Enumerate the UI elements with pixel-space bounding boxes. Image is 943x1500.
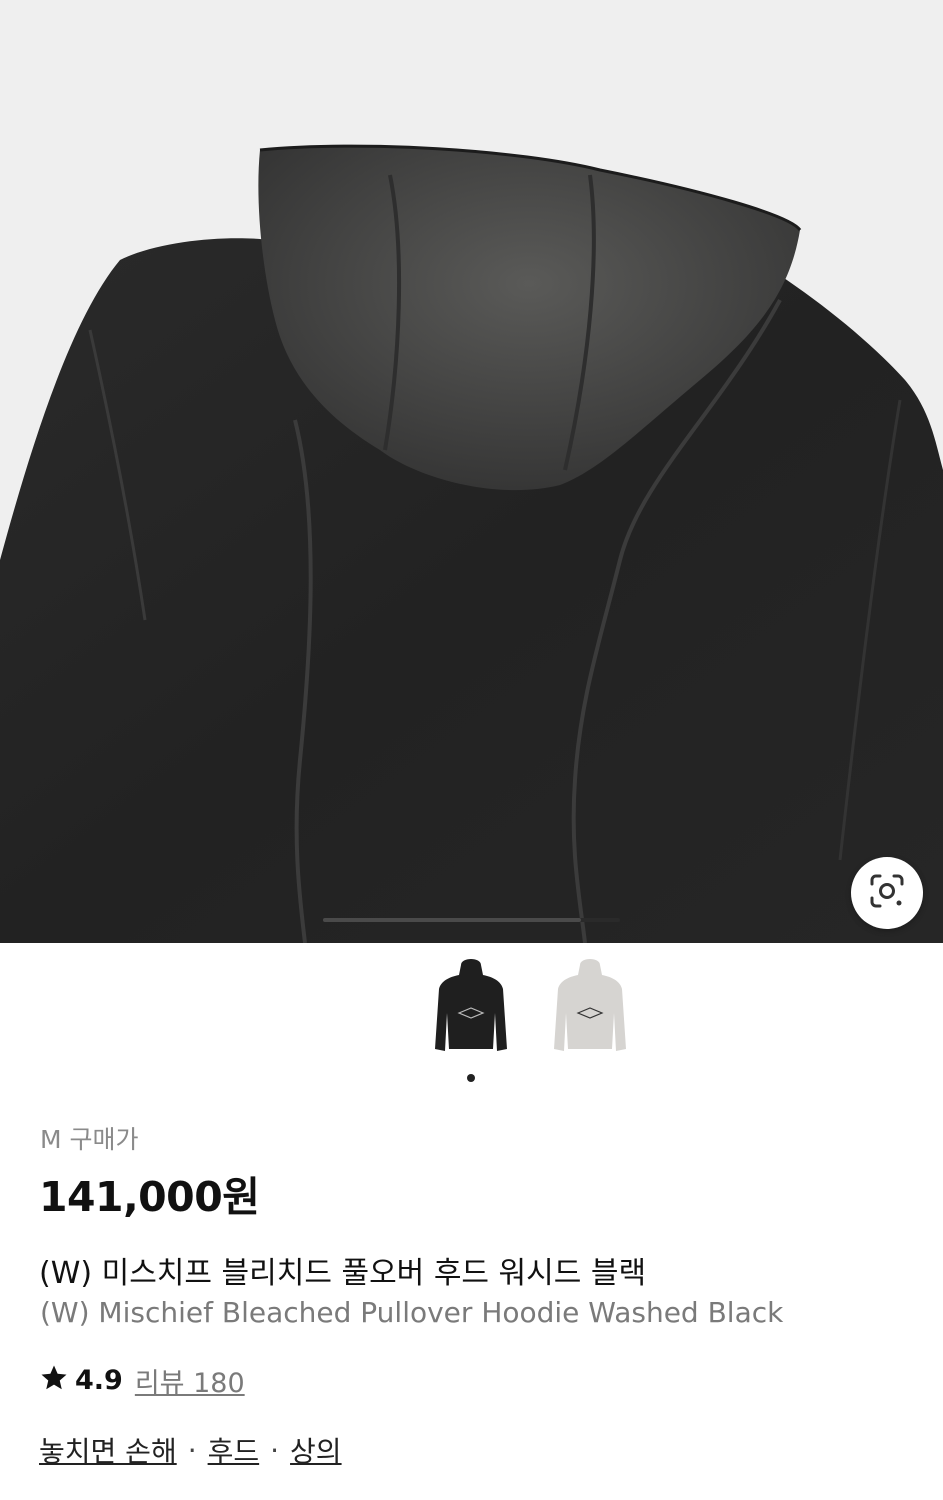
product-image-carousel[interactable] — [0, 0, 943, 943]
product-title-korean: (W) 미스치프 블리치드 풀오버 후드 워시드 블랙 — [39, 1256, 647, 1291]
selected-thumbnail-indicator — [467, 1074, 475, 1082]
carousel-progress-fill — [323, 918, 582, 922]
lens-search-icon — [868, 872, 906, 914]
tag-separator: · — [270, 1433, 280, 1467]
size-price-label: M 구매가 — [40, 1125, 139, 1154]
rating-score: 4.9 — [75, 1364, 123, 1396]
product-title-english: (W) Mischief Bleached Pullover Hoodie Wa… — [40, 1296, 784, 1329]
carousel-progress-bar — [323, 918, 620, 922]
color-thumbnails — [0, 953, 943, 1073]
star-icon — [39, 1363, 69, 1397]
tag-tops[interactable]: 상의 — [290, 1430, 342, 1470]
image-search-button[interactable] — [851, 857, 923, 929]
review-count-link[interactable]: 리뷰 180 — [135, 1361, 245, 1400]
product-photo — [0, 0, 943, 943]
rating-row: 4.9 리뷰 180 — [39, 1361, 245, 1400]
hoodie-thumbnail-grey-image — [554, 959, 626, 1051]
tag-missing-out[interactable]: 놓치면 손해 — [39, 1430, 177, 1470]
thumbnail-grey[interactable] — [550, 953, 630, 1063]
tag-hoodie[interactable]: 후드 — [208, 1430, 260, 1470]
tag-separator: · — [187, 1433, 197, 1467]
hoodie-thumbnail-black-image — [435, 959, 507, 1051]
thumbnail-black[interactable] — [431, 953, 511, 1063]
category-tags: 놓치면 손해 · 후드 · 상의 — [39, 1430, 342, 1470]
product-price: 141,000원 — [39, 1173, 260, 1221]
